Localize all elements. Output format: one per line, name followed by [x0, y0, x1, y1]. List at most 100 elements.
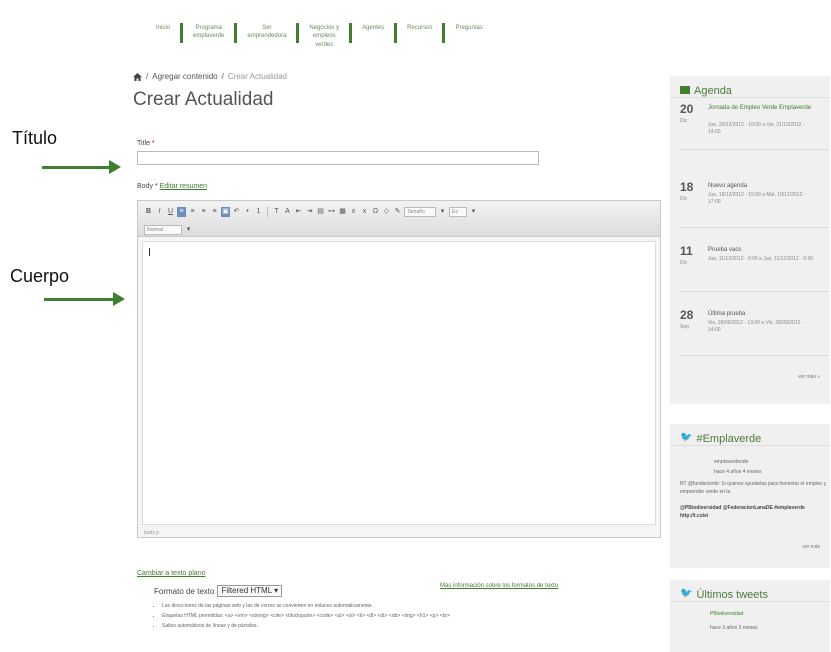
nav-item-recursos[interactable]: Recursos — [397, 14, 442, 32]
chevron-down-icon[interactable]: ▾ — [469, 207, 478, 217]
italic-button[interactable]: I — [155, 207, 164, 217]
agenda-event: 20 Dic Jornada de Empleo Verde Emplaverd… — [680, 102, 828, 150]
text-format-select[interactable]: Filtered HTML ▾ — [217, 585, 283, 597]
image-button[interactable]: ▣ — [221, 207, 230, 217]
toolbar-row: Normal ▾ — [144, 223, 654, 237]
twitter-hashtag-header: 🐦 #Emplaverde — [670, 424, 830, 446]
special-char-button[interactable]: Ω — [371, 207, 380, 217]
nav-item-programa[interactable]: Programa emplaverde — [183, 14, 234, 41]
event-time: Vie, 28/09/2012 - 13:00 a Vie, 28/09/201… — [708, 320, 804, 333]
justify-button[interactable]: ≡ — [210, 207, 219, 217]
chevron-down-icon[interactable]: ▾ — [438, 207, 447, 217]
style-select[interactable]: Es — [449, 207, 467, 217]
agenda-event: 18 Dic Nuevo agenda Jue, 18/12/2012 - 15… — [680, 180, 828, 228]
event-time: Jue, 20/12/2012 - 10:00 a Vie, 21/12/201… — [708, 122, 805, 135]
indent-button[interactable]: ⇥ — [305, 207, 314, 217]
subscript-button[interactable]: x — [360, 207, 369, 217]
agenda-more-link[interactable]: ver más » — [798, 374, 820, 380]
latest-tweets-title: Últimos tweets — [696, 589, 768, 601]
tweet-body: RT @fundacionbi: Si quieres ayudarlas pa… — [680, 481, 827, 495]
page-title: Crear Actualidad — [133, 89, 274, 110]
nav-item-agentes[interactable]: Agentes — [352, 14, 394, 32]
latest-tweet-time: hace 3 años 3 meses — [710, 625, 758, 631]
event-time: Jue, 18/12/2012 - 15:00 a Mié, 19/12/201… — [708, 192, 806, 205]
text-format-value: Filtered HTML — [221, 586, 272, 595]
editor-toolbar: B I U ≡ ≡ ≡ ≡ ▣ ↶ • 1 T A ⇤ ⇥ ▤ ⊶ ▦ x x … — [138, 201, 660, 237]
breadcrumb: / Agregar contenido / Crear Actualidad — [133, 72, 287, 81]
chevron-down-icon[interactable]: ▾ — [184, 225, 193, 235]
tweet-user[interactable]: emplaverdende — [680, 458, 828, 466]
toggle-plain-text-link[interactable]: Cambiar a texto plano — [137, 570, 205, 577]
editor-content-area[interactable] — [142, 241, 656, 525]
breadcrumb-separator: / — [221, 72, 224, 81]
event-title-link[interactable]: Jornada de Empleo Verde Emplaverde — [708, 104, 818, 112]
agenda-title: Agenda — [694, 85, 732, 97]
nav-item-preguntas[interactable]: Preguntas — [445, 14, 492, 32]
nav-item-inicio[interactable]: Inicio — [146, 14, 180, 32]
agenda-event: 28 Sep Última prueba Vie, 28/09/2012 - 1… — [680, 308, 828, 356]
format-help-link[interactable]: Más información sobre los formatos de te… — [440, 583, 558, 589]
align-center-button[interactable]: ≡ — [188, 207, 197, 217]
underline-button[interactable]: U — [166, 207, 175, 217]
superscript-button[interactable]: x — [349, 207, 358, 217]
event-day: 11 — [680, 244, 693, 258]
event-time: Jue, 11/12/2012 - 9:00 a Jue, 11/12/2012… — [708, 256, 813, 262]
outdent-button[interactable]: ⇤ — [294, 207, 303, 217]
home-icon[interactable] — [133, 72, 142, 81]
twitter-more-link[interactable]: ver más — [802, 544, 820, 550]
nav-item-ser-emprendedora[interactable]: Ser emprendedora — [237, 14, 296, 41]
latest-tweets-block: 🐦 Últimos tweets PBiodiversidad hace 3 a… — [670, 580, 830, 652]
breadcrumb-parent-link[interactable]: Agregar contenido — [152, 72, 217, 81]
annotation-title-label: Título — [12, 128, 58, 148]
bullet-list-button[interactable]: • — [243, 207, 252, 217]
undo-button[interactable]: ↶ — [232, 207, 241, 217]
body-label-text: Body — [137, 183, 153, 190]
size-select[interactable]: Tamaño — [404, 207, 436, 217]
align-left-button[interactable]: ≡ — [177, 207, 186, 217]
rich-text-editor: B I U ≡ ≡ ≡ ≡ ▣ ↶ • 1 T A ⇤ ⇥ ▤ ⊶ ▦ x x … — [137, 200, 661, 538]
numbered-list-button[interactable]: 1 — [254, 207, 263, 217]
paste-button[interactable]: ▤ — [316, 207, 325, 217]
editor-status-path: body p — [144, 530, 160, 536]
agenda-block: Agenda 20 Dic Jornada de Empleo Verde Em… — [670, 76, 830, 404]
event-month: Dic — [680, 260, 688, 266]
agenda-header: Agenda — [670, 76, 830, 98]
strikethrough-button[interactable]: T — [272, 207, 281, 217]
event-day: 18 — [680, 180, 694, 194]
annotation-arrow-title — [42, 160, 121, 174]
nav-item-negocios[interactable]: Negocios y empleos verdes — [299, 14, 349, 49]
tweet-mentions[interactable]: @PBiodiversidad @FederacionLanaDE #empla… — [680, 504, 828, 520]
format-tips-list: Las direcciones de las páginas web y las… — [162, 601, 450, 631]
breadcrumb-current: Crear Actualidad — [227, 72, 288, 81]
event-title-link[interactable]: Prueba vacs — [708, 246, 818, 254]
title-field-label: Title * — [137, 140, 155, 147]
text-format-label: Formato de texto — [154, 586, 215, 596]
event-title-link[interactable]: Última prueba — [708, 310, 818, 318]
latest-tweets-header: 🐦 Últimos tweets — [670, 580, 830, 602]
body-field-label: Body * Editar resumen — [137, 183, 207, 190]
twitter-hashtag-block: 🐦 #Emplaverde emplaverdende hace 4 años … — [670, 424, 830, 568]
required-marker: * — [154, 183, 158, 190]
text-color-button[interactable]: A — [283, 207, 292, 217]
twitter-hashtag-title: #Emplaverde — [696, 433, 762, 445]
title-input[interactable] — [137, 151, 539, 165]
source-button[interactable]: ◇ — [382, 207, 391, 217]
chevron-down-icon: ▾ — [274, 586, 279, 595]
event-title-link[interactable]: Nuevo agenda — [708, 182, 818, 190]
table-button[interactable]: ▦ — [338, 207, 347, 217]
calendar-icon — [680, 86, 690, 94]
format-select[interactable]: Normal — [144, 225, 182, 235]
text-format-row: Formato de texto Filtered HTML ▾ — [154, 585, 283, 597]
link-button[interactable]: ⊶ — [327, 207, 336, 217]
bold-button[interactable]: B — [144, 207, 153, 217]
latest-tweet-user[interactable]: PBiodiversidad — [680, 610, 828, 618]
event-month: Sep — [680, 324, 689, 330]
cleanup-button[interactable]: ✎ — [393, 207, 402, 217]
text-caret — [149, 248, 150, 256]
annotation-arrow-body — [44, 292, 125, 306]
align-right-button[interactable]: ≡ — [199, 207, 208, 217]
tweet-time: hace 4 años 4 meses — [714, 469, 762, 475]
annotation-body-label: Cuerpo — [10, 266, 70, 286]
twitter-bird-icon: 🐦 — [680, 432, 693, 443]
edit-summary-link[interactable]: Editar resumen — [160, 183, 207, 190]
